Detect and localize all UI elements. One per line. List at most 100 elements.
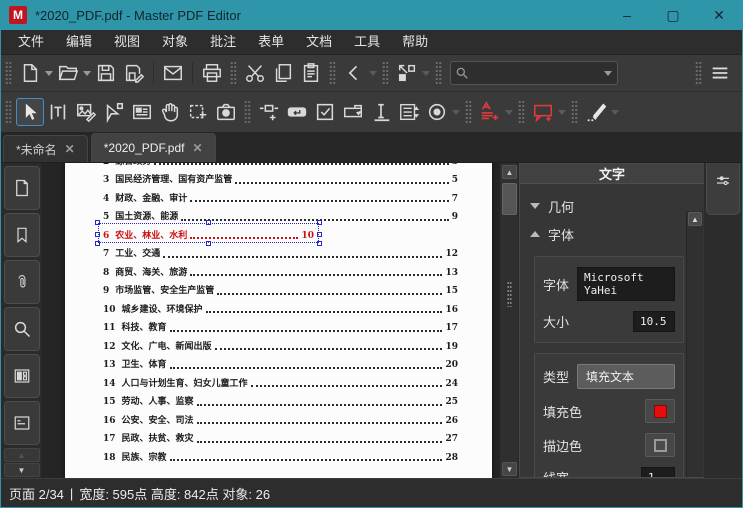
tab-close-icon[interactable]: ✕ [192,141,202,155]
cut-button[interactable] [241,59,269,87]
main-menu-button[interactable] [706,59,734,87]
paste-button[interactable] [297,59,325,87]
menu-help[interactable]: 帮助 [391,30,439,54]
document-view[interactable]: 2 综合政务 3 3 国民经济管理、国有资产监管 5 4 财政、金融、审计 7 5 国土资源、能源 9… [43,163,499,478]
form-fields-button[interactable] [3,401,40,445]
open-file-button[interactable] [54,59,82,87]
toolbar-grip[interactable] [230,61,237,85]
scrollbar-thumb[interactable] [502,183,517,215]
select-area-tool-button[interactable] [184,98,212,126]
geometry-section-header[interactable]: 几何 [530,192,684,220]
pdf-page[interactable]: 2 综合政务 3 3 国民经济管理、国有资产监管 5 4 财政、金融、审计 7 5 国土资源、能源 9… [65,163,492,478]
edit-text-tool-button[interactable] [44,98,72,126]
selection-handle[interactable] [317,240,322,246]
toc-entry[interactable]: 9 市场监管、安全生产监管 15 [103,281,458,300]
push-button-tool-button[interactable] [283,98,311,126]
toc-entry[interactable]: 10 城乡建设、环境保护 16 [103,299,458,318]
text-type-select[interactable]: 填充文本 [577,364,675,389]
selection-handle[interactable] [95,240,100,246]
font-section-header[interactable]: 字体 [530,220,684,248]
bookmarks-button[interactable] [3,213,40,257]
panel-scrollbar[interactable]: ▲ ▼ [686,211,703,477]
font-name-field[interactable]: Microsoft YaHei [577,267,675,301]
menu-edit[interactable]: 编辑 [55,30,103,54]
toc-entry[interactable]: 18 民族、宗教 28 [103,447,458,466]
toolbar-grip[interactable] [465,100,472,124]
attachments-button[interactable] [3,260,40,304]
tab-2020-pdf[interactable]: *2020_PDF.pdf ✕ [90,133,216,162]
toolbar-grip[interactable] [244,100,251,124]
toc-entry[interactable]: 8 商贸、海关、旅游 13 [103,262,458,281]
splitter-grip[interactable] [507,281,512,307]
history-back-button[interactable] [340,59,368,87]
toc-entry[interactable]: 13 卫生、体育 20 [103,355,458,374]
page-thumbnails-button[interactable] [3,166,40,210]
toc-entry[interactable]: 15 劳动、人事、监察 25 [103,392,458,411]
menu-view[interactable]: 视图 [103,30,151,54]
tab-untitled[interactable]: *未命名 ✕ [3,135,88,162]
checkbox-tool-button[interactable] [311,98,339,126]
menu-form[interactable]: 表单 [247,30,295,54]
callout-annotation-button[interactable] [529,98,557,126]
open-file-dropdown[interactable] [82,59,92,87]
menu-file[interactable]: 文件 [7,30,55,54]
link-tool-button[interactable] [255,98,283,126]
print-button[interactable] [198,59,226,87]
toc-entry[interactable]: 14 人口与计划生育、妇女儿童工作 24 [103,373,458,392]
menu-object[interactable]: 对象 [151,30,199,54]
toc-entry[interactable]: 11 科技、教育 17 [103,318,458,337]
close-button[interactable]: ✕ [696,0,742,30]
maximize-button[interactable]: ▢ [650,0,696,30]
radio-button-tool-button[interactable] [423,98,451,126]
menu-tools[interactable]: 工具 [343,30,391,54]
selection-handle[interactable] [205,240,211,246]
select-tool-button[interactable] [16,98,44,126]
new-document-button[interactable] [16,59,44,87]
selection-handle[interactable] [95,219,100,225]
search-input[interactable] [469,66,603,80]
listbox-tool-button[interactable] [395,98,423,126]
selection-handle[interactable] [95,232,100,237]
toc-entry[interactable]: 5 国土资源、能源 9 [103,207,458,226]
toc-entry[interactable]: 4 财政、金融、审计 7 [103,188,458,207]
toc-entry[interactable]: 16 公安、安全、司法 26 [103,410,458,429]
tab-close-icon[interactable]: ✕ [65,142,75,156]
selection-handle[interactable] [205,219,211,225]
sidebar-scroll-down[interactable]: ▼ [3,463,40,477]
copy-button[interactable] [269,59,297,87]
edit-path-tool-button[interactable] [100,98,128,126]
toolbar-grip[interactable] [435,61,442,85]
panel-scroll-up-button[interactable]: ▲ [688,212,702,226]
email-button[interactable] [159,59,187,87]
selection-handle[interactable] [317,232,322,237]
menu-document[interactable]: 文档 [295,30,343,54]
add-text-annotation-button[interactable] [476,98,504,126]
search-panel-button[interactable] [3,307,40,351]
font-size-field[interactable]: 10.5 [633,311,675,332]
layers-button[interactable] [3,354,40,398]
minimize-button[interactable]: – [604,0,650,30]
save-as-button[interactable] [120,59,148,87]
toolbar-grip[interactable] [5,100,12,124]
toc-entry[interactable]: 7 工业、交通 12 [103,244,458,263]
toolbar-grip[interactable] [518,100,525,124]
document-scrollbar[interactable]: ▲ ▼ [499,163,518,478]
hand-tool-button[interactable] [156,98,184,126]
toolbar-grip[interactable] [329,61,336,85]
object-properties-tool-button[interactable] [128,98,156,126]
scroll-down-button[interactable]: ▼ [502,462,517,476]
snapshot-tool-button[interactable] [212,98,240,126]
menu-annotation[interactable]: 批注 [199,30,247,54]
search-dropdown[interactable] [603,59,613,87]
toc-entry[interactable]: 12 文化、广电、新闻出版 19 [103,336,458,355]
toc-entry-selected[interactable]: 6 农业、林业、水利 10 [95,219,458,246]
selection-handle[interactable] [317,219,322,225]
toolbar-grip[interactable] [571,100,578,124]
line-width-field[interactable]: 1 [641,467,675,477]
text-field-tool-button[interactable] [367,98,395,126]
edit-image-tool-button[interactable] [72,98,100,126]
toc-entry[interactable]: 17 民政、扶贫、救灾 27 [103,429,458,448]
highlight-tool-button[interactable] [582,98,610,126]
scroll-up-button[interactable]: ▲ [502,165,517,179]
save-button[interactable] [92,59,120,87]
